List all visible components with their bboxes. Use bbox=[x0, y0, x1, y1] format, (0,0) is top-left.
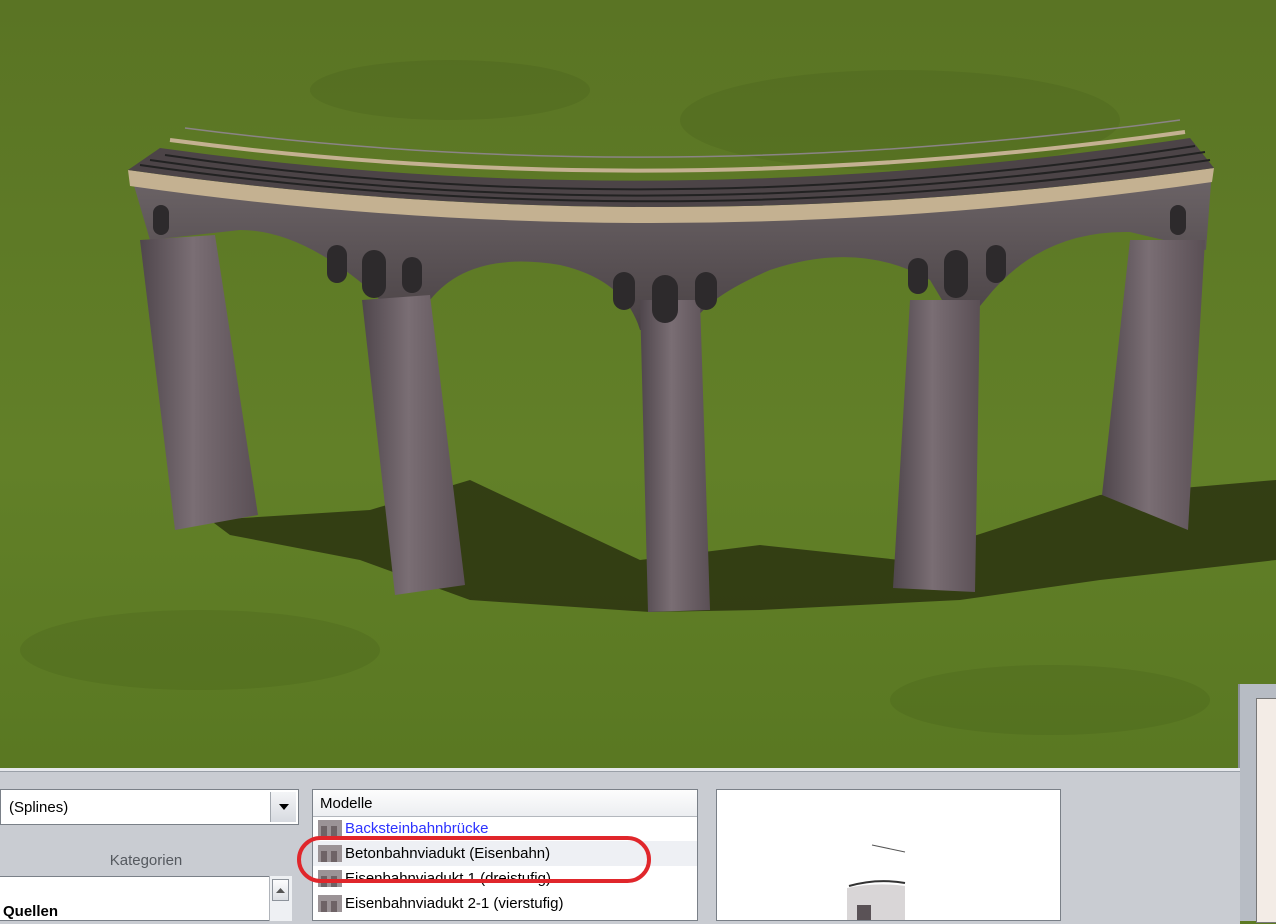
tree-scrollbar[interactable] bbox=[269, 876, 292, 921]
viaduct-model-icon bbox=[318, 895, 342, 912]
models-header[interactable]: Modelle bbox=[313, 790, 697, 817]
categories-tab[interactable]: Kategorien bbox=[0, 843, 292, 877]
list-item-label: Backsteinbahnbrücke bbox=[345, 820, 489, 837]
models-list[interactable]: Modelle Backsteinbahnbrücke Betonbahnvia… bbox=[312, 789, 698, 921]
list-item-selected[interactable]: Betonbahnviadukt (Eisenbahn) bbox=[313, 841, 697, 866]
list-item[interactable]: Eisenbahnviadukt 1 (dreistufig) bbox=[313, 866, 697, 891]
models-header-label: Modelle bbox=[320, 795, 373, 812]
viaduct-model-icon bbox=[318, 820, 342, 837]
source-combobox-value: (Splines) bbox=[9, 799, 69, 816]
list-item-label: Betonbahnviadukt (Eisenbahn) bbox=[345, 845, 551, 862]
viaduct-model-icon bbox=[318, 870, 342, 887]
tree-item-quellen[interactable]: Quellen bbox=[3, 903, 58, 920]
scroll-up-icon[interactable] bbox=[272, 879, 289, 901]
list-item[interactable]: Eisenbahnviadukt 2-1 (vierstufig) bbox=[313, 891, 697, 916]
list-item-label: Eisenbahnviadukt 2-1 (vierstufig) bbox=[345, 895, 564, 912]
side-panel bbox=[1238, 684, 1276, 923]
model-preview bbox=[716, 789, 1061, 921]
preview-image bbox=[847, 844, 906, 920]
list-item[interactable]: Backsteinbahnbrücke bbox=[313, 816, 697, 841]
side-panel-content bbox=[1256, 698, 1276, 923]
chevron-down-icon[interactable] bbox=[270, 792, 296, 822]
source-combobox[interactable]: (Splines) bbox=[0, 789, 299, 825]
viaduct-model-icon bbox=[318, 845, 342, 862]
category-tree[interactable]: Quellen bbox=[0, 876, 292, 921]
list-item-label: Eisenbahnviadukt 1 (dreistufig) bbox=[345, 870, 551, 887]
